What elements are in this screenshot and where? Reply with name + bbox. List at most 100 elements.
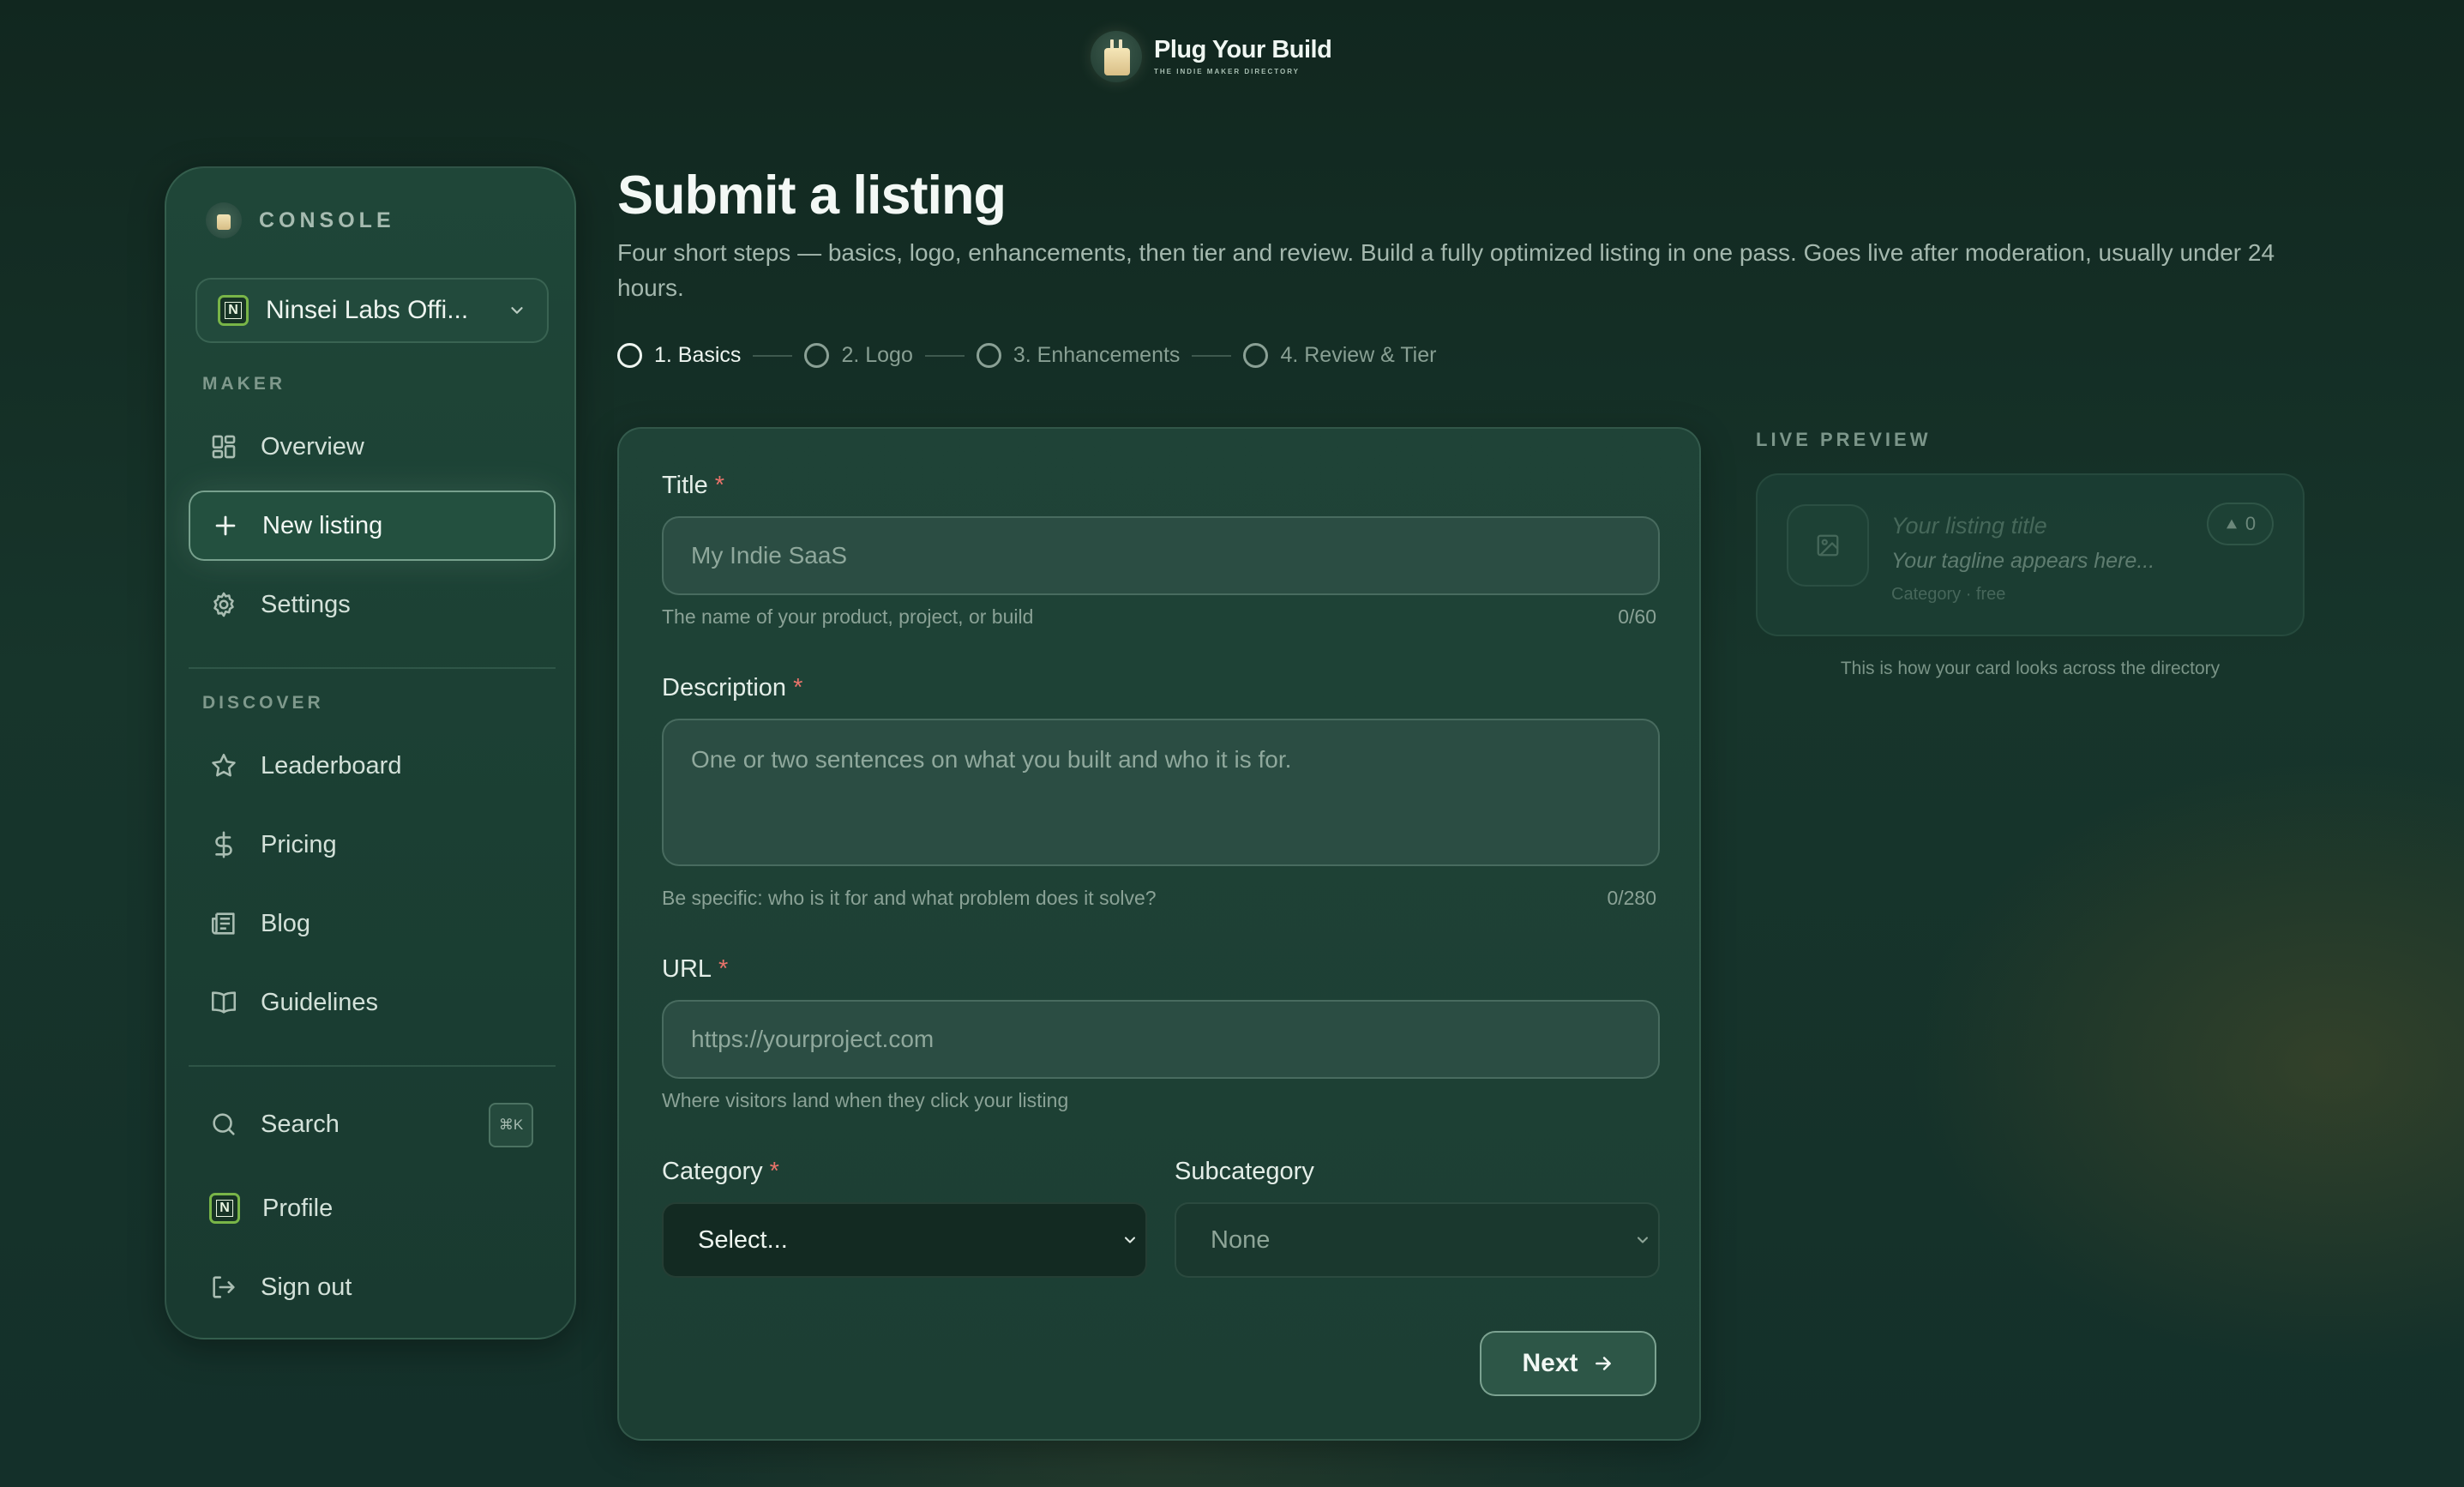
description-hint: Be specific: who is it for and what prob… — [662, 887, 1157, 909]
step-label: 1. Basics — [654, 343, 742, 367]
required-marker: * — [793, 674, 803, 701]
description-label: Description * — [662, 674, 803, 701]
sidebar-item-label: Search — [261, 1110, 340, 1138]
brand-name: Plug Your Build — [1154, 36, 1332, 63]
profile-avatar: N — [209, 1193, 240, 1224]
preview-title: Your listing title — [1891, 513, 2047, 539]
sidebar-item-label: Guidelines — [261, 988, 379, 1016]
step-indicator: 1. Basics 2. Logo 3. Enhancements 4. Rev… — [617, 343, 1436, 368]
newspaper-icon — [211, 912, 235, 935]
url-input[interactable]: https://yourproject.com — [662, 1000, 1660, 1079]
gear-icon — [213, 592, 234, 617]
sidebar-item-settings[interactable]: Settings — [189, 569, 556, 640]
console-header: CONSOLE — [206, 202, 395, 238]
url-label: URL * — [662, 955, 729, 983]
chevron-down-icon — [1124, 1237, 1136, 1243]
sidebar-item-label: Profile — [262, 1194, 334, 1222]
description-textarea[interactable]: One or two sentences on what you built a… — [662, 719, 1660, 866]
step-connector — [1192, 354, 1232, 357]
chevron-down-icon — [1637, 1237, 1649, 1243]
sidebar-item-pricing[interactable]: Pricing — [189, 810, 556, 880]
brand-header[interactable]: Plug Your Build THE INDIE MAKER DIRECTOR… — [1091, 31, 1332, 82]
upvote-badge: 0 — [2207, 503, 2274, 545]
next-button-label: Next — [1522, 1349, 1578, 1377]
subcategory-select[interactable]: None — [1175, 1202, 1660, 1278]
step-basics[interactable]: 1. Basics — [617, 343, 741, 368]
step-review-tier[interactable]: 4. Review & Tier — [1243, 343, 1436, 368]
required-marker: * — [769, 1158, 779, 1185]
grid-icon — [212, 435, 236, 459]
step-circle-icon — [804, 343, 830, 368]
section-label-discover: DISCOVER — [202, 693, 324, 713]
required-marker: * — [714, 472, 725, 499]
category-value: Select... — [698, 1225, 788, 1254]
workspace-name: Ninsei Labs Offi... — [266, 296, 469, 324]
triangle-up-icon — [2226, 519, 2237, 529]
sidebar-divider — [189, 1065, 556, 1067]
plus-icon — [215, 515, 236, 536]
sidebar-item-label: Sign out — [261, 1273, 352, 1301]
sign-out-icon — [213, 1276, 235, 1298]
sidebar-item-blog[interactable]: Blog — [189, 888, 556, 959]
subcategory-value: None — [1211, 1225, 1271, 1254]
step-label: 2. Logo — [841, 343, 913, 367]
step-logo[interactable]: 2. Logo — [804, 343, 913, 368]
section-label-maker: MAKER — [202, 374, 285, 394]
required-marker: * — [718, 955, 729, 983]
sidebar-item-new-listing[interactable]: New listing — [189, 491, 556, 561]
sidebar-item-sign-out[interactable]: Sign out — [189, 1252, 556, 1322]
step-label: 3. Enhancements — [1013, 343, 1181, 367]
sidebar-item-label: Pricing — [261, 830, 337, 858]
url-hint: Where visitors land when they click your… — [662, 1089, 1069, 1111]
step-label: 4. Review & Tier — [1280, 343, 1437, 367]
sidebar: CONSOLE N Ninsei Labs Offi... MAKER Over… — [165, 166, 576, 1340]
title-label: Title * — [662, 472, 725, 499]
subcategory-label: Subcategory — [1175, 1158, 1314, 1185]
sidebar-item-profile[interactable]: N Profile — [189, 1173, 556, 1243]
sidebar-item-label: Blog — [261, 909, 311, 937]
live-preview-label: LIVE PREVIEW — [1756, 429, 1932, 450]
category-select[interactable]: Select... — [662, 1202, 1147, 1278]
book-icon — [211, 991, 237, 1014]
step-circle-icon — [617, 343, 642, 368]
workspace-switcher[interactable]: N Ninsei Labs Offi... — [195, 278, 549, 343]
brand-tagline: THE INDIE MAKER DIRECTORY — [1154, 68, 1301, 75]
step-enhancements[interactable]: 3. Enhancements — [976, 343, 1181, 368]
page-subtitle: Four short steps — basics, logo, enhance… — [617, 239, 2275, 301]
dollar-icon — [215, 831, 232, 858]
step-connector — [924, 354, 965, 357]
sidebar-item-label: New listing — [262, 511, 383, 539]
preview-tagline: Your tagline appears here... — [1891, 549, 2155, 573]
console-label: CONSOLE — [259, 208, 395, 232]
preview-meta: Category · free — [1891, 585, 2006, 604]
sidebar-divider — [189, 667, 556, 669]
image-placeholder-icon — [1817, 534, 1839, 557]
step-connector — [753, 354, 793, 357]
title-hint: The name of your product, project, or bu… — [662, 605, 1034, 628]
step-circle-icon — [976, 343, 1001, 368]
search-icon — [213, 1113, 235, 1135]
listing-preview-card: Your listing title Your tagline appears … — [1756, 473, 2305, 636]
chevron-down-icon — [511, 307, 523, 314]
preview-caption: This is how your card looks across the d… — [1840, 659, 2221, 678]
title-char-count: 0/60 — [1618, 605, 1656, 628]
arrow-right-icon — [1595, 1357, 1611, 1370]
vote-count: 0 — [2245, 513, 2257, 534]
workspace-badge-icon: N — [218, 295, 249, 326]
star-icon — [212, 753, 236, 777]
sidebar-item-overview[interactable]: Overview — [189, 412, 556, 482]
sidebar-item-leaderboard[interactable]: Leaderboard — [189, 731, 556, 801]
brand-logo-icon — [1091, 31, 1142, 82]
listing-form: Title * My Indie SaaS The name of your pr… — [617, 427, 1701, 1441]
next-button[interactable]: Next — [1480, 1331, 1656, 1396]
sidebar-item-label: Settings — [261, 590, 351, 618]
category-label: Category * — [662, 1158, 779, 1185]
sidebar-item-label: Overview — [261, 432, 364, 461]
step-circle-icon — [1243, 343, 1269, 368]
preview-thumbnail — [1787, 504, 1869, 587]
description-char-count: 0/280 — [1607, 887, 1656, 909]
sidebar-item-guidelines[interactable]: Guidelines — [189, 967, 556, 1038]
console-logo-icon — [206, 202, 242, 238]
title-input[interactable]: My Indie SaaS — [662, 516, 1660, 595]
search-shortcut-badge: ⌘K — [489, 1103, 533, 1147]
